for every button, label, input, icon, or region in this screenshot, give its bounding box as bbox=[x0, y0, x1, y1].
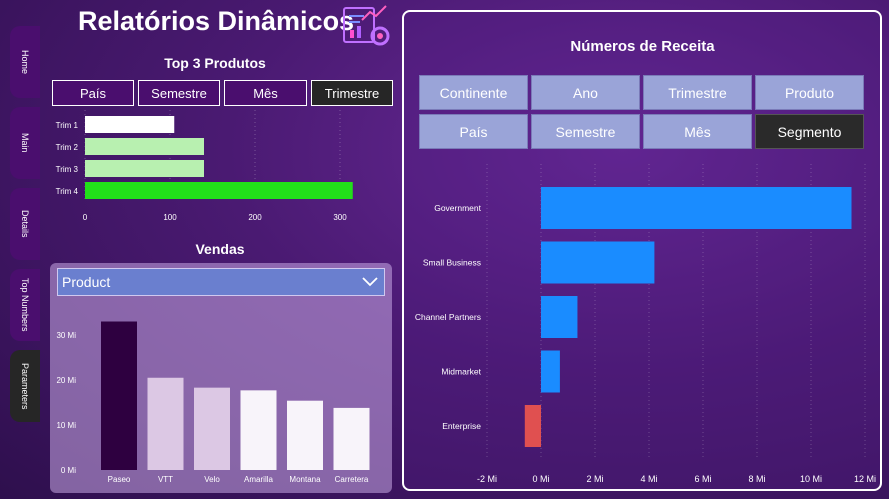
y-category-label: Channel Partners bbox=[415, 312, 481, 322]
bar bbox=[147, 377, 184, 470]
top3-btn-mes[interactable]: Mês bbox=[224, 80, 307, 106]
nav-tab-label: Home bbox=[20, 49, 30, 74]
y-category-label: Trim 4 bbox=[56, 187, 79, 196]
receita-btn-continente[interactable]: Continente bbox=[419, 75, 528, 110]
receita-btn-mês[interactable]: Mês bbox=[643, 114, 752, 149]
x-tick-label: 200 bbox=[248, 213, 262, 222]
nav-tab-top-numbers[interactable]: Top Numbers bbox=[10, 269, 40, 341]
y-category-label: Trim 1 bbox=[56, 121, 79, 130]
y-category-label: Enterprise bbox=[442, 421, 481, 431]
bar bbox=[541, 350, 560, 393]
bar bbox=[85, 182, 353, 199]
x-category-label: Montana bbox=[289, 475, 321, 484]
y-tick-label: 20 Mi bbox=[56, 376, 76, 385]
x-tick-label: 8 Mi bbox=[748, 474, 765, 484]
x-category-label: Paseo bbox=[108, 475, 131, 484]
x-tick-label: 12 Mi bbox=[854, 474, 876, 484]
bar bbox=[524, 405, 541, 447]
nav-tab-parameters[interactable]: Parameters bbox=[10, 350, 40, 422]
x-tick-label: 6 Mi bbox=[694, 474, 711, 484]
nav-tab-home[interactable]: Home bbox=[10, 26, 40, 98]
y-tick-label: 10 Mi bbox=[56, 421, 76, 430]
bar bbox=[240, 390, 277, 470]
product-dropdown[interactable]: Product bbox=[57, 268, 385, 296]
bar bbox=[541, 241, 655, 284]
receita-btn-segmento[interactable]: Segmento bbox=[755, 114, 864, 149]
x-tick-label: 100 bbox=[163, 213, 177, 222]
nav-tab-label: Parameters bbox=[20, 362, 30, 410]
y-category-label: Trim 3 bbox=[56, 165, 79, 174]
bar bbox=[85, 160, 204, 177]
bar bbox=[85, 116, 175, 133]
bar bbox=[333, 407, 370, 470]
vendas-chart: 0 Mi 10 Mi 20 Mi 30 Mi Paseo VTT Velo Amarilla M… bbox=[56, 321, 370, 484]
nav-tab-label: Main bbox=[20, 133, 30, 153]
x-tick-label: -2 Mi bbox=[477, 474, 497, 484]
nav-tab-label: Top Numbers bbox=[20, 278, 30, 332]
top3-btn-pais[interactable]: País bbox=[52, 80, 134, 106]
x-tick-label: 300 bbox=[333, 213, 347, 222]
x-tick-label: 4 Mi bbox=[640, 474, 657, 484]
x-tick-label: 10 Mi bbox=[800, 474, 822, 484]
receita-btn-semestre[interactable]: Semestre bbox=[531, 114, 640, 149]
top3-title: Top 3 Produtos bbox=[164, 55, 266, 71]
nav-tab-label: Details bbox=[20, 210, 30, 238]
page-title: Relatórios Dinâmicos bbox=[78, 6, 355, 36]
side-nav: Home Main Details Top Numbers Parameters bbox=[0, 0, 44, 499]
x-category-label: VTT bbox=[158, 475, 173, 484]
bar bbox=[541, 296, 578, 338]
top3-btn-semestre[interactable]: Semestre bbox=[138, 80, 220, 106]
y-tick-label: 30 Mi bbox=[56, 331, 76, 340]
top3-chart: 0 100 200 300 Trim 1 Trim 2 Trim 3 Trim 4 bbox=[56, 110, 353, 222]
x-category-label: Amarilla bbox=[244, 475, 273, 484]
nav-tab-details[interactable]: Details bbox=[10, 188, 40, 260]
y-category-label: Trim 2 bbox=[56, 143, 79, 152]
nav-tab-main[interactable]: Main bbox=[10, 107, 40, 179]
receita-btn-produto[interactable]: Produto bbox=[755, 75, 864, 110]
bar bbox=[541, 187, 852, 229]
dropdown-value: Product bbox=[62, 274, 111, 290]
y-category-label: Small Business bbox=[423, 258, 481, 268]
bar bbox=[85, 138, 204, 155]
y-category-label: Government bbox=[434, 203, 481, 213]
bar bbox=[194, 387, 230, 470]
y-tick-label: 0 Mi bbox=[61, 466, 76, 475]
bar bbox=[287, 400, 323, 470]
receita-chart: -2 Mi 0 Mi 2 Mi 4 Mi 6 Mi 8 Mi 10 Mi 12 Mi Gover… bbox=[415, 164, 876, 484]
vendas-title: Vendas bbox=[195, 241, 245, 257]
x-tick-label: 0 Mi bbox=[532, 474, 549, 484]
chevron-down-icon bbox=[362, 277, 378, 287]
x-tick-label: 0 bbox=[83, 213, 88, 222]
receita-btn-país[interactable]: País bbox=[419, 114, 528, 149]
receita-btn-trimestre[interactable]: Trimestre bbox=[643, 75, 752, 110]
y-category-label: Midmarket bbox=[441, 367, 481, 377]
bar bbox=[101, 321, 137, 470]
top3-btn-trimestre[interactable]: Trimestre bbox=[311, 80, 393, 106]
analytics-icon bbox=[343, 5, 390, 46]
x-category-label: Carretera bbox=[335, 475, 369, 484]
x-category-label: Velo bbox=[204, 475, 220, 484]
receita-title: Números de Receita bbox=[570, 38, 715, 55]
receita-btn-ano[interactable]: Ano bbox=[531, 75, 640, 110]
x-tick-label: 2 Mi bbox=[586, 474, 603, 484]
